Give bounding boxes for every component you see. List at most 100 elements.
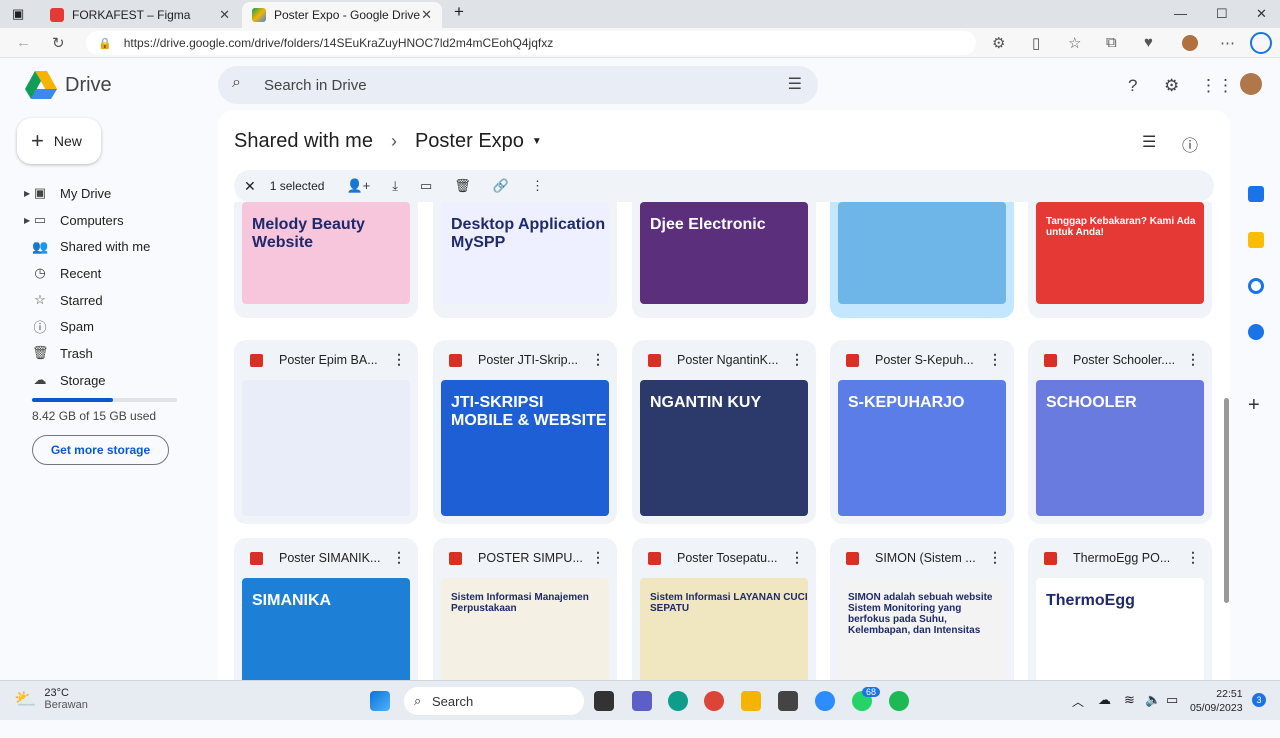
move-icon[interactable]: ▭ [420,178,432,194]
windows-start-icon[interactable] [370,691,390,711]
zoom-icon[interactable] [815,691,835,711]
clock[interactable]: 22:51 05/09/2023 [1190,687,1243,715]
apps-grid-icon[interactable]: ⋮⋮ [1200,76,1234,96]
tray-chevron-icon[interactable]: ︿ [1072,693,1084,710]
file-thumbnail[interactable]: Djee Electronic [640,202,808,304]
file-card[interactable]: Desktop Application MySPP [433,202,617,318]
help-icon[interactable]: ? [1128,76,1137,96]
dropdown-arrow-icon[interactable]: ▼ [532,136,542,147]
file-card[interactable]: Poster S-Kepuh... ⋮ S-KEPUHARJO [830,340,1014,524]
list-view-icon[interactable]: ☰ [1142,132,1156,152]
file-more-icon[interactable]: ⋮ [790,351,804,368]
file-card[interactable]: Poster Tosepatu... ⋮ Sistem Informasi LAYA… [632,538,816,680]
share-icon[interactable]: 👤+ [346,178,370,194]
sidebar-item-my-drive[interactable]: ▶ ▣ My Drive [24,180,194,207]
maximize-icon[interactable]: ☐ [1216,6,1228,22]
more-actions-icon[interactable]: ⋮ [531,178,544,194]
expand-caret-icon[interactable]: ▶ [24,189,30,198]
wifi-icon[interactable]: ≋ [1124,692,1135,708]
account-avatar[interactable] [1240,73,1262,95]
close-window-icon[interactable]: ✕ [1256,6,1267,22]
new-tab-icon[interactable]: + [454,2,464,22]
file-more-icon[interactable]: ⋮ [1186,549,1200,566]
delete-icon[interactable]: 🗑 [454,178,471,194]
favorites-icon[interactable]: ☆ [1068,34,1081,52]
file-explorer-icon[interactable] [741,691,761,711]
file-more-icon[interactable]: ⋮ [392,549,406,566]
task-view-icon[interactable] [594,691,614,711]
minimize-icon[interactable]: — [1174,6,1187,21]
extensions-icon[interactable]: ⚙ [992,34,1005,52]
breadcrumb-parent[interactable]: Shared with me [234,130,373,153]
split-icon[interactable]: ▯ [1032,34,1040,52]
close-tab-icon[interactable]: ✕ [219,7,230,23]
file-thumbnail[interactable]: Melody Beauty Website [242,202,410,304]
file-thumbnail[interactable]: S-KEPUHARJO [838,380,1006,516]
settings-icon[interactable]: ⚙ [1164,76,1179,96]
file-thumbnail[interactable]: Desktop Application MySPP [441,202,609,304]
file-card[interactable]: Poster Schooler.... ⋮ SCHOOLER [1028,340,1212,524]
keep-icon[interactable] [1248,232,1264,248]
sidebar-item-computers[interactable]: ▶ ▭ Computers [24,207,194,234]
search-options-icon[interactable]: ☰ [788,74,802,94]
reload-icon[interactable]: ↻ [52,34,65,52]
search-bar[interactable]: ⌕ Search in Drive ☰ [218,66,818,104]
app-icon[interactable] [778,691,798,711]
file-card[interactable]: Poster JTI-Skrip... ⋮ JTI-SKRIPSI MOBILE &… [433,340,617,524]
collections-icon[interactable]: ⧉ [1106,34,1117,51]
tasks-icon[interactable] [1248,278,1264,294]
contacts-icon[interactable] [1248,324,1264,340]
file-thumbnail[interactable]: Sistem Informasi LAYANAN CUCI SEPATU [640,578,808,680]
edge-icon[interactable] [668,691,688,711]
file-thumbnail[interactable]: Tanggap Kebakaran? Kami Ada untuk Anda! [1036,202,1204,304]
battery-icon[interactable]: ▭ [1166,692,1178,708]
download-icon[interactable]: ⤓ [392,178,398,194]
file-more-icon[interactable]: ⋮ [591,549,605,566]
file-card[interactable]: Tanggap Kebakaran? Kami Ada untuk Anda! [1028,202,1212,318]
get-more-storage-button[interactable]: Get more storage [32,435,169,465]
chrome-icon[interactable] [704,691,724,711]
expand-caret-icon[interactable]: ▶ [24,216,30,225]
sidebar-item-trash[interactable]: 🗑 Trash [24,340,194,367]
file-more-icon[interactable]: ⋮ [392,351,406,368]
add-addon-icon[interactable]: + [1248,394,1260,417]
file-more-icon[interactable]: ⋮ [591,351,605,368]
file-thumbnail[interactable] [838,202,1006,304]
notification-badge[interactable]: 3 [1252,693,1266,707]
file-thumbnail[interactable]: SCHOOLER [1036,380,1204,516]
file-thumbnail[interactable]: SIMON adalah sebuah website Sistem Monit… [838,578,1006,680]
tab-drive[interactable]: Poster Expo - Google Drive ✕ [242,2,442,28]
sidebar-item-starred[interactable]: ☆ Starred [24,287,194,314]
drive-logo[interactable]: Drive [25,71,112,99]
taskbar-search[interactable]: ⌕ Search [404,687,584,715]
file-card[interactable]: Poster SIMANIK... ⋮ SIMANIKA [234,538,418,680]
file-thumbnail[interactable]: SIMANIKA [242,578,410,680]
spotify-icon[interactable] [889,691,909,711]
file-thumbnail[interactable]: Sistem Informasi Manajemen Perpustakaan [441,578,609,680]
close-tab-icon[interactable]: ✕ [421,7,432,23]
file-more-icon[interactable]: ⋮ [988,549,1002,566]
new-button[interactable]: + New [17,118,101,164]
file-card[interactable] [830,202,1014,318]
onedrive-icon[interactable]: ☁ [1098,692,1111,708]
more-icon[interactable]: ⋯ [1220,34,1235,52]
file-card[interactable]: Poster Epim BA... ⋮ [234,340,418,524]
file-thumbnail[interactable] [242,380,410,516]
tab-actions-icon[interactable]: ▣ [12,6,24,22]
url-field[interactable]: 🔒 https://drive.google.com/drive/folders… [86,31,976,55]
profile-icon[interactable] [1182,35,1198,51]
file-card[interactable]: Djee Electronic [632,202,816,318]
sidebar-item-shared[interactable]: 👥 Shared with me [24,233,194,260]
file-thumbnail[interactable]: ThermoEgg [1036,578,1204,680]
file-thumbnail[interactable]: JTI-SKRIPSI MOBILE & WEBSITE [441,380,609,516]
back-icon[interactable]: ← [16,34,31,51]
chat-icon[interactable] [632,691,652,711]
bing-icon[interactable] [1250,32,1272,54]
copy-link-icon[interactable]: 🔗 [493,178,509,194]
search-icon[interactable]: ⌕ [232,74,241,92]
file-more-icon[interactable]: ⋮ [988,351,1002,368]
browser-essentials-icon[interactable]: ♥ [1144,34,1153,51]
info-icon[interactable]: ⓘ [1182,132,1198,156]
search-input[interactable]: Search in Drive [264,77,367,94]
file-card[interactable]: SIMON (Sistem ... ⋮ SIMON adalah sebuah we… [830,538,1014,680]
